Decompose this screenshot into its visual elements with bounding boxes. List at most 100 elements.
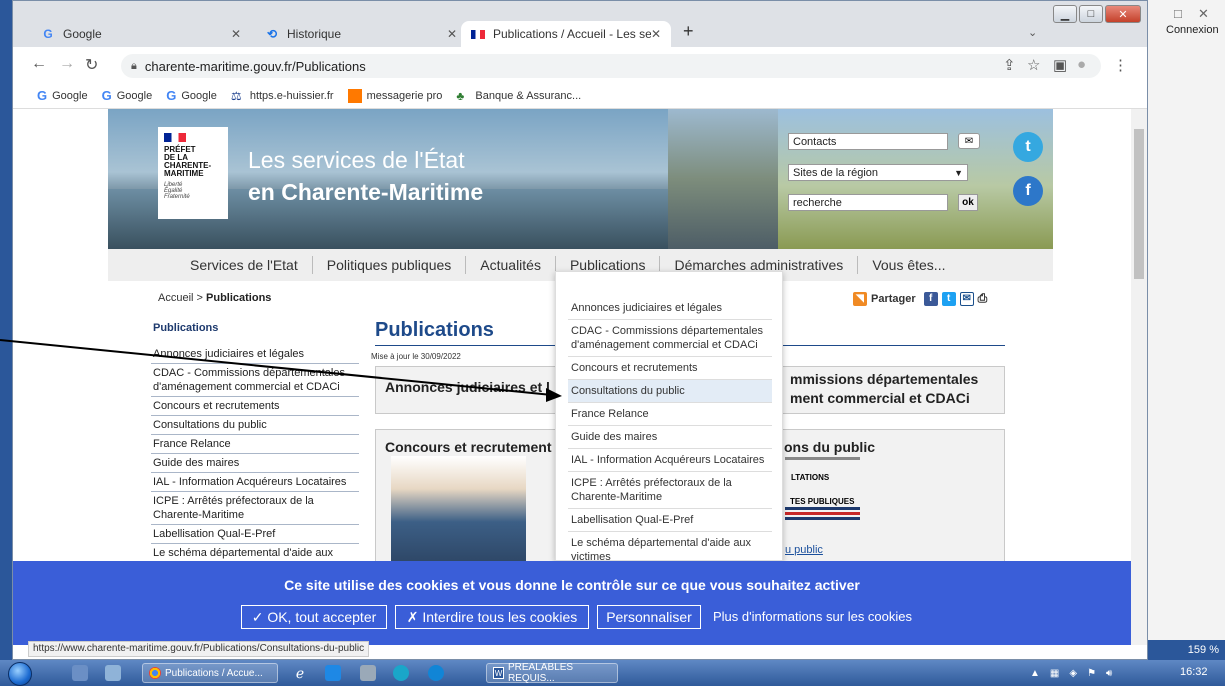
nav-services-etat[interactable]: Services de l'Etat bbox=[176, 256, 313, 274]
tab-google[interactable]: G Google ✕ bbox=[31, 21, 251, 47]
deny-cookies-button[interactable]: ✗ Interdire tous les cookies bbox=[395, 605, 589, 629]
taskbar-word-app[interactable]: W PREALABLES REQUIS... bbox=[486, 662, 618, 684]
facebook-icon[interactable]: f bbox=[923, 291, 938, 306]
forward-icon[interactable]: → bbox=[59, 55, 75, 73]
logo-motto: Liberté Égalité Fraternité bbox=[164, 182, 190, 200]
dropdown-item[interactable]: Guide des maires bbox=[568, 426, 772, 449]
dropdown-item[interactable]: Labellisation Qual-E-Pref bbox=[568, 509, 772, 532]
card-concours-title[interactable]: Concours et recrutement bbox=[385, 439, 551, 455]
bookmark-banque[interactable]: ♣ Banque & Assuranc... bbox=[456, 89, 581, 103]
mail-icon[interactable]: ✉ bbox=[958, 133, 980, 149]
close-icon[interactable]: ✕ bbox=[651, 27, 661, 41]
contacts-field[interactable]: Contacts bbox=[788, 133, 948, 150]
tab-label: Historique bbox=[287, 27, 342, 41]
rss-icon[interactable]: ◥ bbox=[853, 291, 867, 306]
bookmark-google[interactable]: G Google bbox=[166, 88, 217, 103]
card-consultations-title[interactable]: ons du public bbox=[784, 439, 875, 455]
left-nav-item[interactable]: IAL - Information Acquéreurs Locataires bbox=[151, 473, 359, 492]
address-bar[interactable]: 🔒︎ charente-maritime.gouv.fr/Publication… bbox=[121, 54, 1101, 78]
update-date: Mise à jour le 30/09/2022 bbox=[371, 352, 461, 361]
dropdown-item[interactable]: France Relance bbox=[568, 403, 772, 426]
dropdown-item[interactable]: Concours et recrutements bbox=[568, 357, 772, 380]
card-cdac-title-line2[interactable]: ment commercial et CDACi bbox=[790, 390, 970, 406]
window-close-button[interactable]: ✕ bbox=[1105, 5, 1141, 23]
start-button[interactable] bbox=[8, 662, 32, 686]
dropdown-item-highlighted[interactable]: Consultations du public bbox=[568, 380, 772, 403]
bookmark-google[interactable]: G Google bbox=[102, 88, 153, 103]
folder-icon[interactable] bbox=[105, 665, 121, 681]
bookmark-label: Google bbox=[116, 89, 153, 102]
close-icon[interactable]: ✕ bbox=[1198, 6, 1209, 22]
left-nav-item[interactable]: Labellisation Qual-E-Pref bbox=[151, 525, 359, 544]
new-tab-button[interactable]: + bbox=[683, 21, 694, 42]
left-nav-item[interactable]: Guide des maires bbox=[151, 454, 359, 473]
bookmark-star-icon[interactable]: ☆ bbox=[1027, 56, 1040, 74]
share-icon[interactable]: ⇪ bbox=[1003, 56, 1016, 74]
tab-search-button[interactable]: ⌄ bbox=[1028, 26, 1037, 39]
reload-icon[interactable]: ↻ bbox=[85, 55, 98, 75]
tab-historique[interactable]: ⟲ Historique ✕ bbox=[255, 21, 467, 47]
restore-icon[interactable]: □ bbox=[1174, 6, 1182, 21]
back-icon[interactable]: ← bbox=[31, 55, 47, 73]
zoom-level: 159 % bbox=[1187, 644, 1219, 656]
card-annonces-title[interactable]: Annonces judiciaires et l bbox=[385, 379, 550, 395]
flag-icon[interactable]: ⚑ bbox=[1087, 668, 1096, 679]
bookmark-google[interactable]: G Google bbox=[37, 88, 88, 103]
network-icon[interactable]: ◈ bbox=[1069, 668, 1077, 679]
flag-icon bbox=[471, 27, 485, 41]
menu-icon[interactable]: ⋮ bbox=[1113, 56, 1128, 74]
prefecture-logo[interactable]: PRÉFET DE LA CHARENTE- MARITIME Liberté … bbox=[158, 127, 228, 219]
maximize-button[interactable]: □ bbox=[1079, 5, 1103, 23]
accept-cookies-button[interactable]: ✓ OK, tout accepter bbox=[241, 605, 387, 629]
customize-cookies-button[interactable]: Personnaliser bbox=[597, 605, 701, 629]
explorer-icon[interactable] bbox=[72, 665, 88, 681]
chrome-icon bbox=[149, 667, 161, 679]
left-nav-item[interactable]: CDAC - Commissions départementales d'amé… bbox=[151, 364, 359, 397]
bookmark-messagerie[interactable]: messagerie pro bbox=[347, 88, 442, 103]
search-input[interactable]: recherche bbox=[788, 194, 948, 211]
sites-region-select[interactable]: Sites de la région ▼ bbox=[788, 164, 968, 181]
minimize-button[interactable]: ▁ bbox=[1053, 5, 1077, 23]
bookmark-huissier[interactable]: ⚖ https.e-huissier.fr bbox=[231, 89, 334, 103]
close-icon[interactable]: ✕ bbox=[447, 27, 457, 41]
print-icon[interactable]: ⎙ bbox=[978, 291, 988, 306]
dropdown-item[interactable]: CDAC - Commissions départementales d'amé… bbox=[568, 320, 772, 357]
left-nav-item[interactable]: ICPE : Arrêtés préfectoraux de la Charen… bbox=[151, 492, 359, 525]
close-icon[interactable]: ✕ bbox=[231, 27, 241, 41]
internet-explorer-icon[interactable]: ℯ bbox=[292, 665, 308, 681]
dropdown-item[interactable]: Annonces judiciaires et légales bbox=[568, 297, 772, 320]
skype-icon[interactable] bbox=[428, 665, 444, 681]
breadcrumb-home[interactable]: Accueil bbox=[158, 292, 193, 304]
dropdown-item[interactable]: IAL - Information Acquéreurs Locataires bbox=[568, 449, 772, 472]
mail-icon[interactable]: ✉ bbox=[959, 291, 974, 306]
left-nav-item[interactable]: Concours et recrutements bbox=[151, 397, 359, 416]
scrollbar-thumb[interactable] bbox=[1134, 129, 1144, 279]
twitter-icon[interactable]: t bbox=[1013, 132, 1043, 162]
consultations-link[interactable]: u public bbox=[785, 544, 823, 556]
app-icon[interactable] bbox=[325, 665, 341, 681]
connexion-link[interactable]: Connexion bbox=[1166, 24, 1219, 36]
profile-avatar-icon[interactable]: ● bbox=[1077, 56, 1086, 73]
tray-app-icon[interactable]: ▦ bbox=[1050, 668, 1059, 679]
left-nav-item[interactable]: France Relance bbox=[151, 435, 359, 454]
left-nav-item[interactable]: Consultations du public bbox=[151, 416, 359, 435]
bookmarks-bar: G Google G Google G Google ⚖ https.e-huissie… bbox=[13, 83, 1147, 109]
card-cdac-title-line1[interactable]: mmissions départementales bbox=[790, 371, 978, 387]
volume-icon[interactable]: 🔊︎ bbox=[1106, 668, 1112, 679]
side-panel-icon[interactable]: ▣ bbox=[1053, 56, 1067, 74]
search-ok-button[interactable]: ok bbox=[958, 194, 978, 211]
taskbar-chrome-app[interactable]: Publications / Accue... bbox=[142, 663, 278, 683]
edge-icon[interactable] bbox=[393, 665, 409, 681]
tray-arrow-icon[interactable]: ▲ bbox=[1030, 668, 1040, 679]
vertical-scrollbar[interactable] bbox=[1131, 109, 1147, 645]
app-icon[interactable] bbox=[360, 665, 376, 681]
twitter-icon[interactable]: t bbox=[941, 291, 956, 306]
nav-vous-etes[interactable]: Vous êtes... bbox=[858, 256, 959, 274]
facebook-icon[interactable]: f bbox=[1013, 176, 1043, 206]
left-nav-item[interactable]: Annonces judiciaires et légales bbox=[151, 345, 359, 364]
tab-publications[interactable]: Publications / Accueil - Les servic ✕ bbox=[461, 21, 671, 47]
cookie-info-link[interactable]: Plus d'informations sur les cookies bbox=[713, 609, 912, 624]
dropdown-item[interactable]: ICPE : Arrêtés préfectoraux de la Charen… bbox=[568, 472, 772, 509]
nav-politiques-publiques[interactable]: Politiques publiques bbox=[313, 256, 467, 274]
nav-actualites[interactable]: Actualités bbox=[466, 256, 556, 274]
